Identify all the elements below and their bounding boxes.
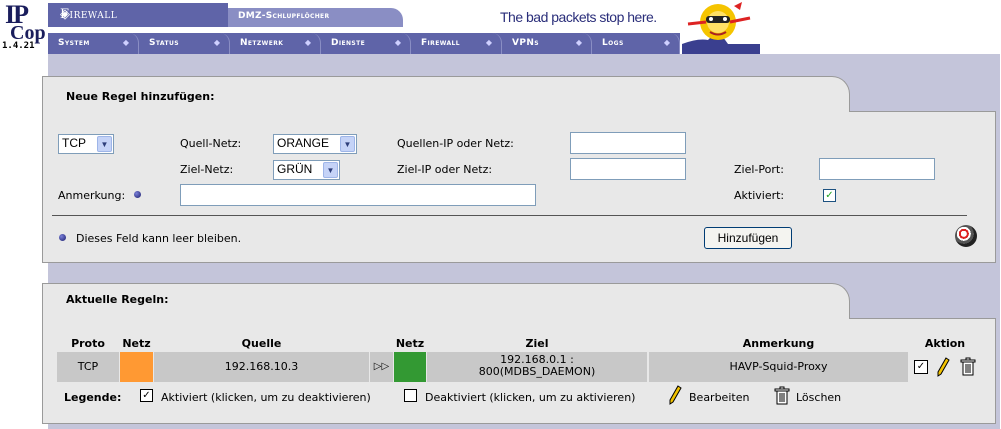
diamond-icon: ◆ xyxy=(485,38,492,47)
trash-icon xyxy=(774,386,790,405)
legend-edit-text: Bearbeiten xyxy=(689,391,750,404)
dest-ip-label: Ziel-IP oder Netz: xyxy=(397,163,493,176)
add-rule-button[interactable]: Hinzufügen xyxy=(704,227,792,249)
toggle-enabled-checkbox-icon[interactable]: ✓ xyxy=(914,360,928,374)
source-ip-input[interactable] xyxy=(570,132,686,154)
tab-logs[interactable]: Logs ◆ xyxy=(592,33,680,54)
version-label: 1.4.21 xyxy=(2,41,35,51)
diamond-icon: ◈ xyxy=(60,7,71,22)
protocol-select[interactable]: TCP ▼ xyxy=(58,134,114,154)
tab-services[interactable]: Dienste ◆ xyxy=(321,33,411,54)
source-net-select[interactable]: ORANGE ▼ xyxy=(273,134,357,154)
current-rules-title: Aktuelle Regeln: xyxy=(66,293,169,306)
proto-cell: TCP xyxy=(57,352,119,382)
optional-field-note: Dieses Feld kann leer bleiben. xyxy=(76,232,242,245)
source-net-color-cell xyxy=(120,352,153,382)
legend-delete-text: Löschen xyxy=(796,391,842,404)
legend-enabled-text: Aktiviert (klicken, um zu deaktivieren) xyxy=(161,391,371,404)
mascot-icon xyxy=(678,0,760,54)
section-title-bar: Firewall ◈ DMZ-Schlupflöcher xyxy=(48,3,403,27)
tagline: The bad packets stop here. xyxy=(500,9,657,25)
diamond-icon: ◆ xyxy=(394,38,401,47)
tab-label: System xyxy=(58,38,90,48)
tab-status[interactable]: Status ◆ xyxy=(139,33,230,54)
dest-net-value: GRÜN xyxy=(277,162,313,176)
edit-pencil-icon xyxy=(669,385,682,405)
main-navigation: System ◆ Status ◆ Netzwerk ◆ Dienste ◆ F… xyxy=(48,33,680,54)
col-header-proto: Proto xyxy=(71,337,105,350)
tab-label: Netzwerk xyxy=(240,38,284,48)
legend-label: Legende: xyxy=(64,391,122,404)
remark-input[interactable] xyxy=(180,184,536,206)
source-cell: 192.168.10.3 xyxy=(154,352,369,382)
tab-label: Logs xyxy=(602,38,624,48)
chevron-down-icon: ▼ xyxy=(340,136,355,152)
trash-icon[interactable] xyxy=(960,357,976,377)
section-title: Firewall ◈ xyxy=(48,3,228,27)
ipcop-logo: IP Cop 1.4.21 xyxy=(0,0,48,54)
protocol-value: TCP xyxy=(62,136,86,150)
subsection-title-text: DMZ-Schlupflöcher xyxy=(238,11,330,21)
col-header-dest-net: Netz xyxy=(395,337,425,350)
col-header-source: Quelle xyxy=(241,337,282,350)
tab-system[interactable]: System ◆ xyxy=(48,33,139,54)
col-header-source-net: Netz xyxy=(122,337,151,350)
unchecked-box-icon xyxy=(404,389,417,402)
col-header-remark: Anmerkung xyxy=(742,337,815,350)
remark-cell: HAVP-Squid-Proxy xyxy=(649,352,908,382)
tab-firewall[interactable]: Firewall ◆ xyxy=(411,33,502,54)
edit-pencil-icon[interactable] xyxy=(936,357,950,377)
dest-port-input[interactable] xyxy=(819,158,935,180)
chevron-down-icon: ▼ xyxy=(323,162,338,178)
new-rule-title: Neue Regel hinzufügen: xyxy=(66,90,215,103)
optional-field-marker-icon xyxy=(59,234,66,241)
diamond-icon: ◆ xyxy=(122,38,129,47)
dest-cell: 192.168.0.1 : 800(MDBS_DAEMON) xyxy=(427,352,647,382)
tab-vpns[interactable]: VPNs ◆ xyxy=(502,33,592,54)
tab-label: Firewall xyxy=(421,38,460,48)
dest-net-color-cell xyxy=(394,352,426,382)
enabled-label: Aktiviert: xyxy=(734,189,785,202)
chevron-down-icon: ▼ xyxy=(97,136,112,152)
dest-ip-input[interactable] xyxy=(570,158,686,180)
tab-label: VPNs xyxy=(512,38,540,48)
diamond-icon: ◆ xyxy=(213,38,220,47)
diamond-icon: ◆ xyxy=(304,38,311,47)
dest-net-select[interactable]: GRÜN ▼ xyxy=(273,160,340,180)
header: IP Cop 1.4.21 Firewall ◈ DMZ-Schlupflöch… xyxy=(0,0,1001,54)
remark-label: Anmerkung: xyxy=(58,189,126,202)
tab-network[interactable]: Netzwerk ◆ xyxy=(230,33,321,54)
source-net-value: ORANGE xyxy=(277,136,330,150)
source-ip-label: Quellen-IP oder Netz: xyxy=(397,137,514,150)
diamond-icon: ◆ xyxy=(663,38,670,47)
optional-field-marker-icon xyxy=(134,191,141,198)
legend-disabled-text: Deaktiviert (klicken, um zu aktivieren) xyxy=(425,391,636,404)
col-header-dest: Ziel xyxy=(525,337,549,350)
subsection-title: DMZ-Schlupflöcher xyxy=(228,8,403,27)
dest-net-label: Ziel-Netz: xyxy=(180,163,234,176)
divider xyxy=(52,215,967,216)
tab-label: Dienste xyxy=(331,38,366,48)
dest-port-label: Ziel-Port: xyxy=(734,163,784,176)
left-gutter xyxy=(0,54,48,429)
source-net-label: Quell-Netz: xyxy=(180,137,242,150)
enabled-checkbox[interactable]: ✓ xyxy=(823,189,836,202)
tab-label: Status xyxy=(149,38,179,48)
help-icon[interactable] xyxy=(955,225,977,247)
col-header-action: Aktion xyxy=(924,337,966,350)
diamond-icon: ◆ xyxy=(575,38,582,47)
dest-port: 800(MDBS_DAEMON) xyxy=(478,365,596,378)
forward-arrow-icon: ▷▷ xyxy=(370,352,393,382)
checked-box-icon: ✓ xyxy=(140,389,153,402)
